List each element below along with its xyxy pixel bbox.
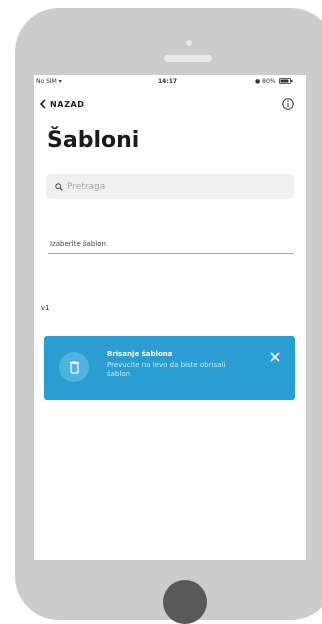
toast-icon-badge (59, 352, 89, 382)
toast-title: Brisanje šablona (107, 350, 173, 358)
carrier-label: No SIM ▾ (36, 78, 62, 85)
earpiece-speaker (164, 55, 212, 62)
search-icon (55, 182, 63, 191)
app-screen: No SIM ▾ 14:17 ● 80% NAZAD Šabloni Pretr… (34, 75, 306, 560)
template-selector-label: Izaberite šablon (50, 240, 106, 248)
status-bar: No SIM ▾ 14:17 ● 80% (34, 75, 306, 87)
hint-toast: Brisanje šablona Prevucite na levo da bi… (44, 336, 295, 400)
trash-icon (70, 361, 79, 374)
back-label: NAZAD (50, 99, 85, 109)
battery-percentage: ● 80% (255, 78, 276, 85)
info-icon[interactable] (282, 98, 294, 110)
front-camera (186, 40, 192, 46)
status-time: 14:17 (158, 78, 178, 85)
template-selector[interactable]: Izaberite šablon (48, 235, 294, 254)
search-bar[interactable] (46, 174, 294, 199)
chevron-left-icon (39, 99, 46, 109)
navigation-bar: NAZAD (34, 97, 306, 115)
page-title: Šabloni (47, 128, 140, 153)
close-icon[interactable] (270, 352, 280, 362)
home-button[interactable] (163, 580, 207, 624)
toast-message: Prevucite na levo da biste obrisali šabl… (107, 361, 226, 378)
search-input[interactable] (67, 181, 287, 192)
battery-icon (279, 78, 293, 84)
back-button[interactable]: NAZAD (39, 99, 85, 109)
list-item[interactable]: v1 (41, 304, 50, 312)
